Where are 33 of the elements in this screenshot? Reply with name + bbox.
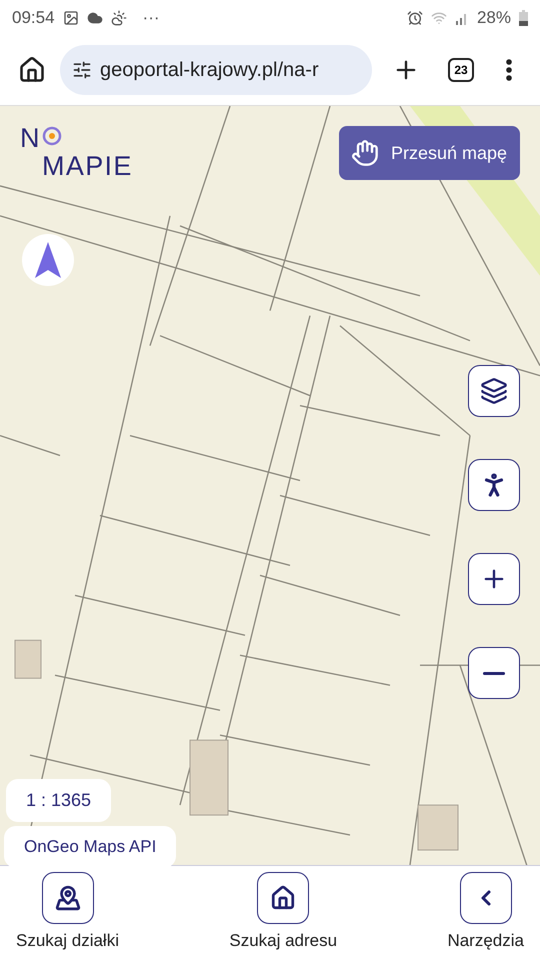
nav-label: Szukaj działki — [16, 930, 119, 952]
logo-text: N — [20, 124, 41, 152]
battery-percentage: 28% — [476, 6, 511, 29]
cloud-icon — [86, 10, 103, 26]
zoom-out-button[interactable] — [468, 647, 520, 699]
tab-count-button[interactable]: 23 — [448, 58, 474, 82]
attribution-label: OnGeo Maps API — [4, 826, 176, 868]
hand-icon — [351, 139, 379, 167]
layers-icon — [480, 377, 508, 405]
pan-map-button[interactable]: Przesuń mapę — [339, 126, 520, 180]
sun-cloud-icon — [110, 10, 127, 26]
alarm-icon — [406, 10, 423, 26]
nav-label: Szukaj adresu — [229, 930, 338, 952]
minus-icon — [483, 672, 505, 674]
north-arrow-icon — [35, 242, 61, 278]
zoom-in-button[interactable] — [468, 553, 520, 605]
nav-button[interactable] — [257, 872, 310, 924]
url-field[interactable]: geoportal-krajowy.pl/na-r — [60, 45, 372, 95]
clock-time: 09:54 — [12, 6, 55, 29]
logo-text: MAPIE — [42, 152, 133, 180]
wifi-icon — [430, 10, 447, 26]
site-settings-icon[interactable] — [72, 60, 92, 80]
url-text: geoportal-krajowy.pl/na-r — [100, 58, 319, 83]
nav-button[interactable] — [460, 872, 512, 924]
street-view-button[interactable] — [468, 459, 520, 511]
battery-icon — [519, 10, 528, 26]
scale-label: 1 : 1365 — [6, 779, 112, 822]
nav-label: Narzędzia — [447, 930, 524, 952]
nav-button[interactable] — [42, 872, 94, 924]
menu-icon — [506, 59, 512, 81]
layers-button[interactable] — [468, 365, 520, 417]
overflow-dots: ··· — [142, 6, 160, 29]
image-icon — [62, 10, 79, 26]
